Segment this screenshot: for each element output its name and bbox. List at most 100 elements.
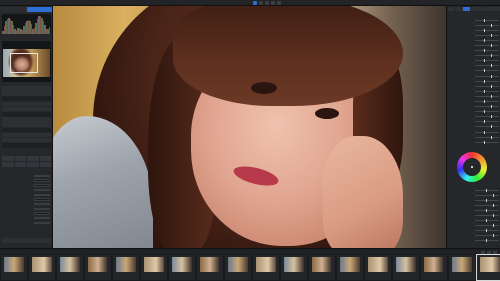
adjustment-slider[interactable] xyxy=(475,89,499,93)
adjustment-slider[interactable] xyxy=(475,213,499,217)
slider-handle[interactable] xyxy=(484,69,486,73)
field-input[interactable] xyxy=(34,174,50,178)
adjustment-slider[interactable] xyxy=(475,229,499,233)
adjustment-slider[interactable] xyxy=(475,74,499,78)
slider-handle[interactable] xyxy=(491,135,493,139)
left-button[interactable] xyxy=(39,162,51,167)
slider-handle[interactable] xyxy=(491,125,493,129)
main-photo-viewer[interactable] xyxy=(53,6,446,248)
field-input[interactable] xyxy=(34,188,50,192)
metadata-row[interactable] xyxy=(2,122,51,127)
filmstrip-thumbnail[interactable] xyxy=(449,255,475,280)
brush-icon[interactable] xyxy=(271,1,275,5)
slider-handle[interactable] xyxy=(484,49,486,53)
adjustment-slider[interactable] xyxy=(475,18,499,22)
right-tab[interactable] xyxy=(455,7,463,11)
slider-handle[interactable] xyxy=(484,38,486,42)
right-tab-active[interactable] xyxy=(463,7,470,11)
slider-handle[interactable] xyxy=(484,79,486,83)
metadata-row[interactable] xyxy=(2,96,51,101)
adjustment-slider[interactable] xyxy=(475,130,499,134)
adjustment-slider[interactable] xyxy=(475,135,499,139)
field-input[interactable] xyxy=(34,216,50,220)
slider-handle[interactable] xyxy=(493,234,495,238)
slider-handle[interactable] xyxy=(491,43,493,47)
color-wheel-handle[interactable] xyxy=(471,166,473,168)
adjustment-slider[interactable] xyxy=(475,84,499,88)
slider-handle[interactable] xyxy=(493,224,495,228)
adjustment-slider[interactable] xyxy=(475,59,499,63)
slider-handle[interactable] xyxy=(484,28,486,32)
metadata-row[interactable] xyxy=(2,137,51,143)
adjustment-slider[interactable] xyxy=(475,239,499,243)
adjustment-slider[interactable] xyxy=(475,234,499,238)
slider-handle[interactable] xyxy=(491,115,493,119)
right-tab[interactable] xyxy=(448,7,455,11)
slider-handle[interactable] xyxy=(491,84,493,88)
filmstrip-thumbnail[interactable] xyxy=(476,254,500,281)
adjustment-slider[interactable] xyxy=(475,94,499,98)
filmstrip-thumbnail[interactable] xyxy=(169,255,195,280)
compare-icon[interactable] xyxy=(259,1,263,5)
metadata-row[interactable] xyxy=(2,101,51,107)
adjustment-slider[interactable] xyxy=(475,125,499,129)
slider-handle[interactable] xyxy=(491,54,493,58)
filmstrip-thumbnail[interactable] xyxy=(365,255,391,280)
adjustment-slider[interactable] xyxy=(475,28,499,32)
adjustment-slider[interactable] xyxy=(475,115,499,119)
slider-handle[interactable] xyxy=(491,74,493,78)
slider-handle[interactable] xyxy=(491,94,493,98)
slider-handle[interactable] xyxy=(484,130,486,134)
adjustment-slider[interactable] xyxy=(475,64,499,68)
slider-handle[interactable] xyxy=(486,219,488,223)
navigator-preview[interactable] xyxy=(2,41,51,82)
adjustment-slider[interactable] xyxy=(475,79,499,83)
filmstrip-thumbnail[interactable] xyxy=(113,255,139,280)
adjustment-slider[interactable] xyxy=(475,69,499,73)
left-tab-2[interactable] xyxy=(26,7,52,12)
adjustment-slider[interactable] xyxy=(475,140,499,144)
left-button[interactable] xyxy=(27,156,39,161)
metadata-row[interactable] xyxy=(2,143,51,148)
left-tab-1[interactable] xyxy=(1,7,27,12)
right-tab[interactable] xyxy=(478,7,485,11)
adjustment-slider[interactable] xyxy=(475,105,499,109)
filmstrip-thumbnail[interactable] xyxy=(253,255,279,280)
field-input[interactable] xyxy=(34,212,50,215)
left-button[interactable] xyxy=(2,162,14,167)
adjustment-slider[interactable] xyxy=(475,219,499,223)
filmstrip-thumbnail[interactable] xyxy=(337,255,363,280)
filmstrip-thumbnail[interactable] xyxy=(85,255,111,280)
adjustment-slider[interactable] xyxy=(475,100,499,103)
filmstrip-thumbnail[interactable] xyxy=(309,255,335,280)
navigator-viewport-frame[interactable] xyxy=(10,53,38,73)
slider-handle[interactable] xyxy=(493,203,495,207)
field-input[interactable] xyxy=(34,221,50,225)
slider-handle[interactable] xyxy=(484,18,486,22)
right-tab[interactable] xyxy=(470,7,478,11)
adjustment-slider[interactable] xyxy=(475,198,499,202)
slider-handle[interactable] xyxy=(486,208,488,212)
metadata-row[interactable] xyxy=(2,91,51,96)
slider-handle[interactable] xyxy=(484,110,486,114)
slider-handle[interactable] xyxy=(491,33,493,37)
adjustment-slider[interactable] xyxy=(475,43,499,47)
filmstrip-thumbnail[interactable] xyxy=(281,255,307,280)
field-input[interactable] xyxy=(34,193,50,196)
left-button[interactable] xyxy=(39,156,51,161)
metadata-row[interactable] xyxy=(2,127,51,133)
right-tab[interactable] xyxy=(485,7,493,11)
filmstrip-thumbnail[interactable] xyxy=(225,255,251,280)
metadata-row[interactable] xyxy=(2,132,51,138)
field-input[interactable] xyxy=(34,207,50,210)
adjustment-slider[interactable] xyxy=(475,208,499,212)
slider-handle[interactable] xyxy=(486,229,488,233)
field-input[interactable] xyxy=(34,198,50,201)
adjustment-slider[interactable] xyxy=(475,23,499,27)
right-tab[interactable] xyxy=(493,7,500,11)
slider-handle[interactable] xyxy=(491,64,493,68)
adjustment-slider[interactable] xyxy=(475,188,499,192)
metadata-row[interactable] xyxy=(2,117,51,122)
metadata-row[interactable] xyxy=(2,111,51,117)
slider-handle[interactable] xyxy=(486,239,488,243)
